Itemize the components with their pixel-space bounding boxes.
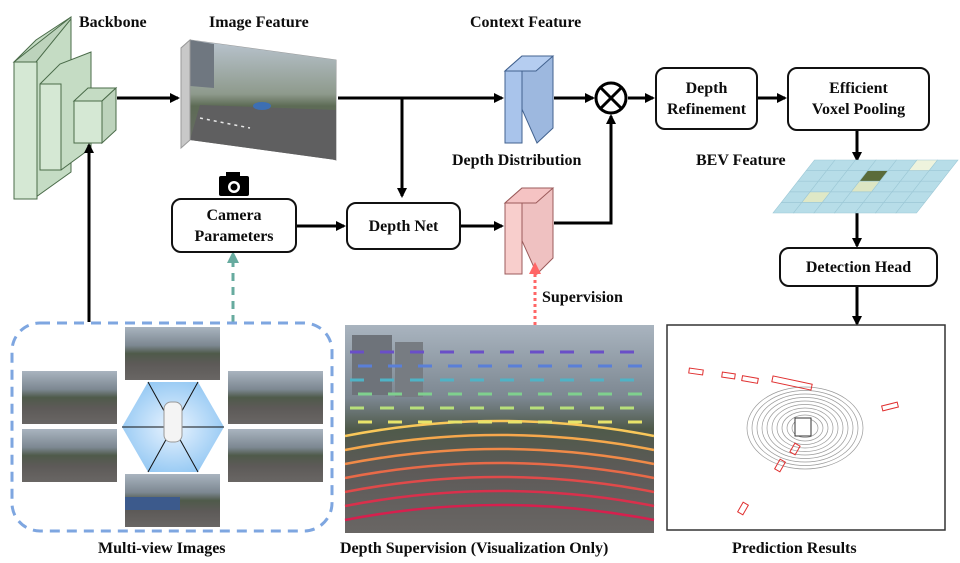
camera-parameters-line2: Parameters (194, 227, 274, 245)
depth-refinement-line1: Depth (685, 79, 728, 97)
camera-icon (219, 172, 249, 196)
depth-refinement-box: Depth Refinement (655, 67, 758, 130)
voxel-pooling-line2: Voxel Pooling (811, 101, 906, 118)
camera-parameters-line1: Camera (206, 206, 262, 224)
depth-net-label: Depth Net (368, 217, 439, 235)
camera-view-front-left (22, 371, 117, 424)
context-feature-block (503, 55, 555, 144)
camera-view-front (125, 327, 220, 380)
prediction-results-label: Prediction Results (732, 540, 857, 557)
depth-distribution-label: Depth Distribution (452, 152, 582, 169)
prediction-results-image (666, 324, 946, 531)
camera-parameters-box: Camera Parameters (171, 198, 297, 253)
depth-net-box: Depth Net (346, 202, 461, 250)
bev-feature-label: BEV Feature (696, 152, 786, 169)
camera-view-front-right (228, 371, 323, 424)
camera-view-back-right (228, 429, 323, 482)
depth-distribution-block (503, 187, 555, 275)
depth-supervision-image (344, 325, 655, 533)
depth-refinement-line2: Refinement (666, 100, 747, 118)
backbone-block (12, 15, 118, 200)
detection-head-box: Detection Head (779, 247, 938, 287)
ego-car-icon (163, 401, 183, 443)
multi-view-images-label: Multi-view Images (98, 540, 226, 557)
depth-supervision-label: Depth Supervision (Visualization Only) (340, 540, 609, 557)
bev-feature-grid (772, 159, 959, 214)
context-feature-label: Context Feature (470, 14, 582, 31)
supervision-label: Supervision (542, 289, 623, 306)
image-feature-label: Image Feature (209, 14, 309, 31)
image-feature-block (180, 38, 337, 161)
voxel-pooling-line1: Efficient (829, 80, 888, 97)
multi-view-images (22, 327, 323, 527)
camera-view-back-left (22, 429, 117, 482)
voxel-pooling-box: Efficient Voxel Pooling (787, 67, 930, 131)
backbone-label: Backbone (79, 14, 147, 31)
circled-times-icon (594, 81, 628, 115)
detection-head-label: Detection Head (805, 258, 912, 276)
